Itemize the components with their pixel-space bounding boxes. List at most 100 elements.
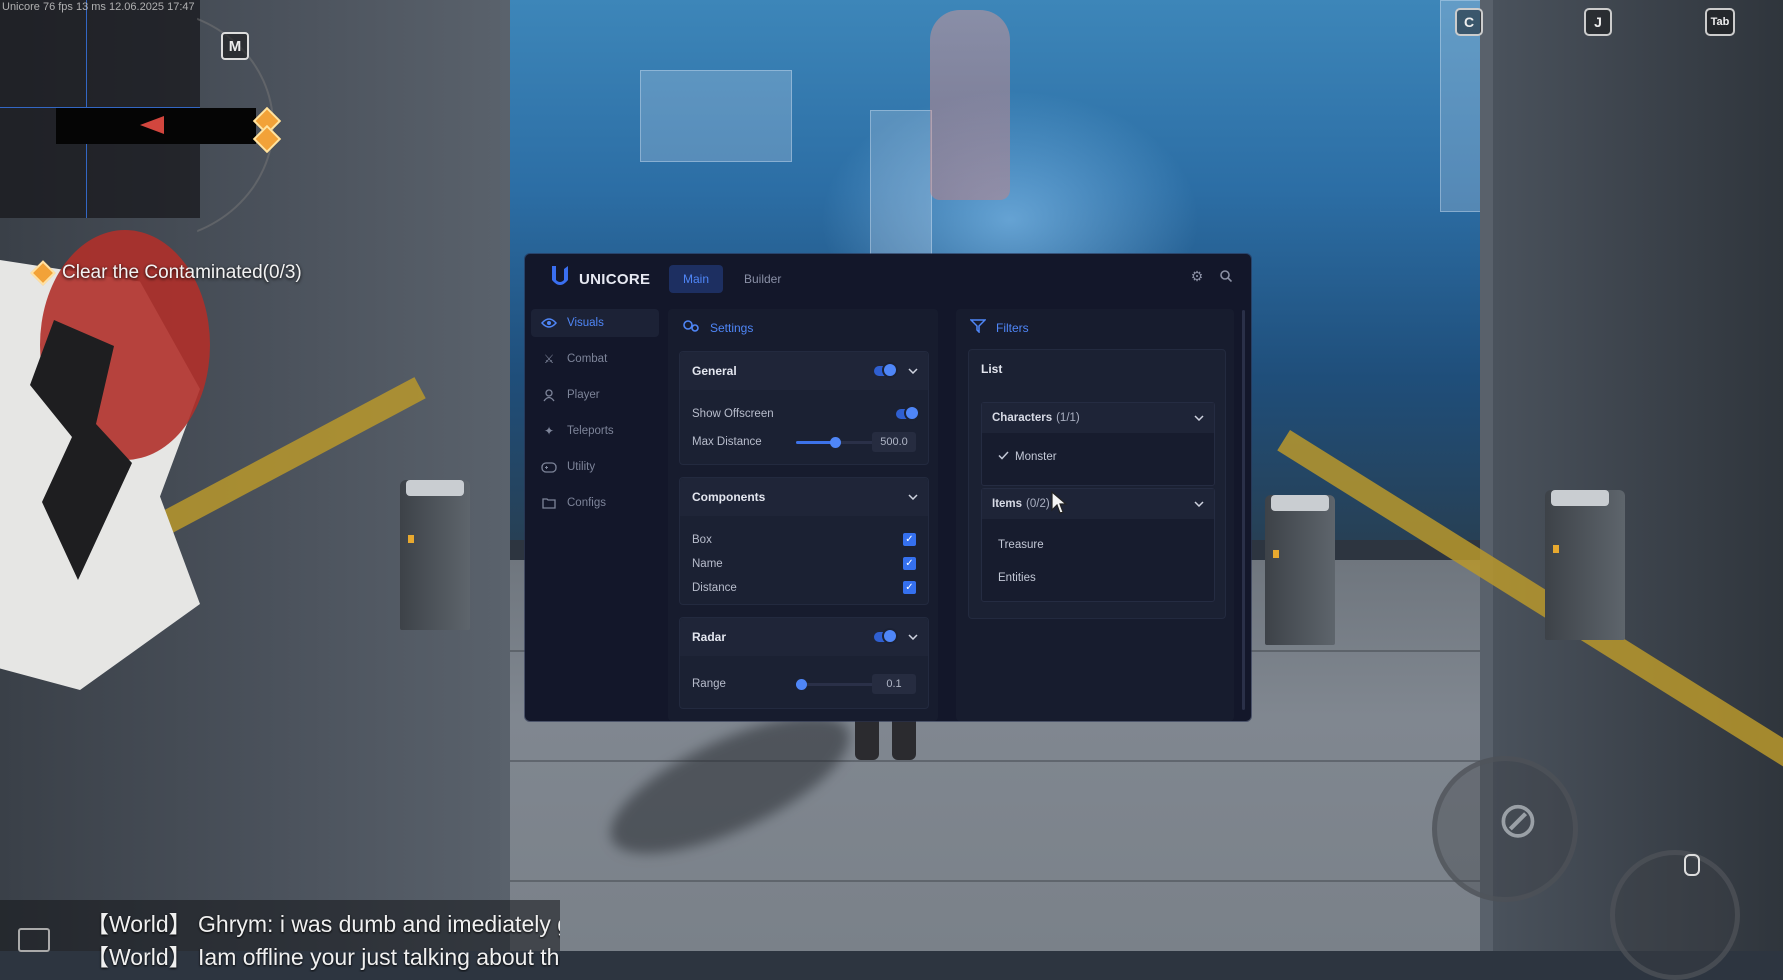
disabled-skill-icon: ⊘ xyxy=(1497,792,1539,848)
ticket-gate xyxy=(1265,495,1335,645)
filter-icon xyxy=(969,319,987,336)
sidebar-item-label: Combat xyxy=(567,353,608,365)
performance-stats: Unicore 76 fps 13 ms 12.06.2025 17:47 xyxy=(2,1,195,13)
settings-icon xyxy=(682,319,700,336)
items-header[interactable]: Items (0/2) xyxy=(982,489,1214,519)
general-header[interactable]: General xyxy=(680,352,928,390)
items-label: Items xyxy=(992,498,1023,510)
radar-toggle[interactable] xyxy=(874,630,896,642)
sidebar-item-label: Visuals xyxy=(567,317,604,329)
distance-checkbox[interactable]: ✓ xyxy=(903,581,916,594)
items-group: Items (0/2) Treasure Entities xyxy=(981,488,1215,602)
filter-list: List Characters (1/1) Monster Items (0/2… xyxy=(968,349,1226,619)
key-tab-button[interactable]: Tab xyxy=(1705,8,1735,36)
sidebar-item-label: Configs xyxy=(567,497,606,509)
gear-icon[interactable]: ⚙ xyxy=(1189,268,1205,284)
gamepad-icon xyxy=(541,460,557,474)
radar-header[interactable]: Radar xyxy=(680,618,928,656)
sidebar-item-utility[interactable]: Utility xyxy=(531,453,659,481)
key-j-button[interactable]: J xyxy=(1584,8,1612,36)
sidebar-item-player[interactable]: Player xyxy=(531,381,659,409)
range-value[interactable]: 0.1 xyxy=(872,674,916,694)
show-offscreen-label: Show Offscreen xyxy=(692,408,774,420)
ticket-gate xyxy=(400,480,470,630)
sidebar-item-label: Utility xyxy=(567,461,596,473)
quest-tracker[interactable]: Clear the Contaminated(0/3) xyxy=(30,260,302,286)
tab-main[interactable]: Main xyxy=(669,265,724,293)
monster-label: Monster xyxy=(1015,451,1057,463)
show-offscreen-row: Show Offscreen xyxy=(692,404,918,424)
mouse-cursor-icon xyxy=(1051,490,1068,514)
unicore-logo-icon xyxy=(552,266,568,285)
app-title: UNICORE xyxy=(579,271,651,288)
chevron-down-icon[interactable] xyxy=(908,492,918,502)
chat-message: 【World】 Iam offline your just talking ab… xyxy=(86,944,560,970)
slider-handle[interactable] xyxy=(830,437,841,448)
radar-section: Radar Range 0.1 xyxy=(679,617,929,709)
minimap[interactable] xyxy=(0,0,256,218)
characters-label: Characters xyxy=(992,412,1053,424)
chevron-down-icon[interactable] xyxy=(1194,499,1204,509)
scrollbar[interactable] xyxy=(1242,310,1245,710)
building-left xyxy=(640,70,792,162)
list-title: List xyxy=(981,362,1003,376)
user-icon xyxy=(541,388,557,402)
unicore-menu[interactable]: UNICORE Main Builder ⚙ Visuals ⚔ Combat … xyxy=(525,254,1251,721)
quest-diamond-icon xyxy=(30,260,56,286)
max-distance-row: Max Distance 500.0 xyxy=(692,432,916,452)
map-key-button[interactable]: M xyxy=(221,32,249,60)
general-toggle[interactable] xyxy=(874,364,896,376)
box-label: Box xyxy=(692,534,712,546)
distance-row: Distance ✓ xyxy=(692,578,916,598)
sidebar-item-combat[interactable]: ⚔ Combat xyxy=(531,345,659,373)
treasure-item[interactable]: Treasure xyxy=(998,539,1044,551)
components-section: Components Box ✓ Name ✓ Distance ✓ xyxy=(679,477,929,605)
sidebar: Visuals ⚔ Combat Player ✦ Teleports Util… xyxy=(531,309,659,525)
chat-icon[interactable] xyxy=(18,928,50,952)
sidebar-item-teleports[interactable]: ✦ Teleports xyxy=(531,417,659,445)
folder-icon xyxy=(541,496,557,510)
menu-header: UNICORE Main Builder ⚙ xyxy=(525,254,1251,304)
show-offscreen-toggle[interactable] xyxy=(896,407,918,419)
range-slider[interactable] xyxy=(796,679,874,690)
characters-count: (1/1) xyxy=(1056,412,1080,424)
teleport-icon: ✦ xyxy=(543,424,555,438)
chevron-down-icon[interactable] xyxy=(1194,413,1204,423)
chevron-down-icon[interactable] xyxy=(908,632,918,642)
components-title: Components xyxy=(692,490,766,504)
characters-header[interactable]: Characters (1/1) xyxy=(982,403,1214,433)
name-checkbox[interactable]: ✓ xyxy=(903,557,916,570)
sidebar-item-configs[interactable]: Configs xyxy=(531,489,659,517)
radar-title: Radar xyxy=(692,630,727,644)
quest-objective: Clear the Contaminated(0/3) xyxy=(62,262,302,283)
key-c-button[interactable]: C xyxy=(1455,8,1483,36)
distant-figure xyxy=(930,10,1010,200)
filters-title: Filters xyxy=(996,320,1029,335)
max-distance-value[interactable]: 500.0 xyxy=(872,432,916,452)
sidebar-item-visuals[interactable]: Visuals xyxy=(531,309,659,337)
settings-column: Settings General Show Offscreen Max Dist… xyxy=(668,309,938,721)
sword-icon: ⚔ xyxy=(543,352,555,366)
range-row: Range 0.1 xyxy=(692,674,916,694)
general-section: General Show Offscreen Max Distance 500.… xyxy=(679,351,929,465)
check-icon xyxy=(998,451,1009,463)
box-checkbox[interactable]: ✓ xyxy=(903,533,916,546)
mouse-icon xyxy=(1684,854,1700,876)
chat-message: 【World】 Ghrym: i was dumb and imediately… xyxy=(86,911,560,937)
tab-builder[interactable]: Builder xyxy=(730,265,795,293)
max-distance-slider[interactable] xyxy=(796,437,874,448)
entities-item[interactable]: Entities xyxy=(998,572,1036,584)
slider-handle[interactable] xyxy=(796,679,807,690)
name-row: Name ✓ xyxy=(692,554,916,574)
components-header[interactable]: Components xyxy=(680,478,928,516)
max-distance-label: Max Distance xyxy=(692,436,762,448)
search-icon[interactable] xyxy=(1218,268,1234,284)
player-arrow-icon xyxy=(140,116,164,134)
chevron-down-icon[interactable] xyxy=(908,366,918,376)
scaffold-tower xyxy=(870,110,932,262)
items-count: (0/2) xyxy=(1026,498,1050,510)
monster-item[interactable]: Monster xyxy=(998,451,1057,463)
sprint-button[interactable] xyxy=(1610,850,1740,980)
filters-column: Filters List Characters (1/1) Monster It… xyxy=(956,309,1234,721)
settings-heading: Settings xyxy=(682,319,753,336)
